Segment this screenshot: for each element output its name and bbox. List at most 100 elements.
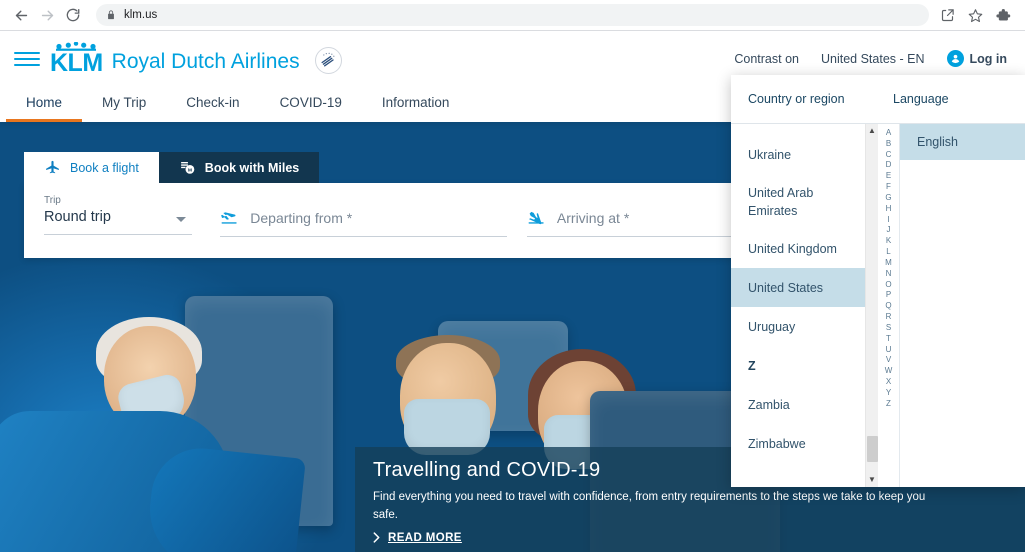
nav-label: COVID-19	[279, 95, 342, 110]
booking-form: Trip Round trip Departing from * Arrivin…	[24, 183, 794, 258]
booking-tabs: Book a flight M Book with Miles	[24, 152, 794, 183]
trip-type-select[interactable]: Trip Round trip	[44, 195, 193, 235]
list-item-english[interactable]: English	[900, 124, 1025, 160]
browser-toolbar: klm.us	[0, 0, 1025, 30]
list-item-united-states[interactable]: United States	[731, 268, 865, 308]
nav-label: Home	[26, 95, 63, 110]
country-list-scroll: Ukraine United Arab Emirates United King…	[731, 124, 865, 487]
share-icon[interactable]	[935, 3, 959, 27]
read-more-label: READ MORE	[388, 531, 462, 544]
alpha-a[interactable]: A	[886, 128, 891, 139]
country-column-header: Country or region	[748, 92, 845, 106]
tab-book-a-flight[interactable]: Book a flight	[24, 152, 159, 183]
tab-book-with-miles[interactable]: M Book with Miles	[158, 152, 320, 183]
alpha-i[interactable]: I	[887, 215, 889, 226]
list-item-united-arab-emirates[interactable]: United Arab Emirates	[731, 175, 865, 229]
klm-wordmark: KLM	[50, 48, 103, 77]
alpha-m[interactable]: M	[885, 258, 892, 269]
tab-label: Book a flight	[70, 160, 139, 175]
alpha-n[interactable]: N	[886, 269, 892, 280]
contrast-toggle[interactable]: Contrast on	[734, 52, 799, 66]
alpha-e[interactable]: E	[886, 171, 891, 182]
menu-icon[interactable]	[14, 46, 40, 72]
account-icon	[946, 50, 964, 67]
reload-icon[interactable]	[60, 2, 86, 28]
alpha-s[interactable]: S	[886, 323, 891, 334]
scrollbar-thumb[interactable]	[867, 436, 878, 462]
language-list: English	[900, 124, 1025, 487]
svg-text:M: M	[188, 167, 192, 173]
read-more-link[interactable]: READ MORE	[373, 532, 1007, 544]
nav-item-covid-19[interactable]: COVID-19	[260, 86, 362, 122]
lock-icon	[106, 9, 116, 21]
nav-label: Information	[381, 95, 450, 110]
locale-dropdown-header: Country or region Language	[731, 75, 1025, 124]
chevron-right-icon	[373, 532, 380, 543]
alpha-z[interactable]: Z	[886, 399, 891, 410]
alpha-v[interactable]: V	[886, 355, 891, 366]
language-column-header: Language	[893, 92, 949, 106]
alpha-p[interactable]: P	[886, 290, 891, 301]
forward-icon[interactable]	[34, 2, 60, 28]
alpha-h[interactable]: H	[886, 204, 892, 215]
takeoff-icon	[221, 212, 237, 224]
list-item-zimbabwe[interactable]: Zimbabwe	[731, 424, 865, 463]
alphabet-index: A B C D E F G H I J K L M N O P Q R S T …	[878, 124, 900, 487]
login-button[interactable]: Log in	[946, 50, 1008, 67]
locale-dropdown: Country or region Language Ukraine Unite…	[731, 75, 1025, 487]
address-bar[interactable]: klm.us	[96, 4, 929, 26]
departing-from-input[interactable]: Departing from *	[220, 195, 507, 237]
airplane-icon	[46, 160, 59, 174]
list-item-united-kingdom[interactable]: United Kingdom	[731, 229, 865, 268]
locale-selector[interactable]: United States - EN	[821, 52, 925, 66]
nav-label: Check-in	[186, 95, 240, 110]
list-item-uruguay[interactable]: Uruguay	[731, 307, 865, 346]
alpha-o[interactable]: O	[885, 280, 891, 291]
alpha-g[interactable]: G	[885, 193, 891, 204]
miles-coin-icon: M	[180, 161, 195, 174]
nav-item-home[interactable]: Home	[6, 86, 83, 122]
alpha-k[interactable]: K	[886, 236, 891, 247]
crown-icon	[56, 41, 96, 51]
scroll-up-arrow-icon[interactable]: ▲	[868, 124, 876, 138]
scroll-down-arrow-icon[interactable]: ▼	[868, 473, 876, 487]
alpha-y[interactable]: Y	[886, 388, 891, 399]
nav-item-information[interactable]: Information	[362, 86, 470, 122]
alpha-w[interactable]: W	[885, 366, 893, 377]
klm-logo: KLM	[50, 41, 103, 77]
tab-label: Book with Miles	[204, 160, 300, 175]
trip-label: Trip	[44, 195, 61, 206]
login-label: Log in	[969, 51, 1008, 66]
alpha-u[interactable]: U	[886, 345, 892, 356]
browser-actions	[935, 3, 1017, 27]
landing-icon	[528, 211, 544, 225]
trip-value: Round trip	[44, 209, 111, 225]
alpha-b[interactable]: B	[886, 139, 891, 150]
extensions-icon[interactable]	[991, 3, 1015, 27]
nav-label: My Trip	[102, 95, 147, 110]
list-letter-z: Z	[748, 358, 756, 373]
list-item-ukraine[interactable]: Ukraine	[731, 136, 865, 175]
bookmark-star-icon[interactable]	[963, 3, 987, 27]
country-list-scrollbar[interactable]: ▲ ▼	[865, 124, 878, 487]
alpha-f[interactable]: F	[886, 182, 891, 193]
nav-item-my-trip[interactable]: My Trip	[82, 86, 166, 122]
nav-item-check-in[interactable]: Check-in	[166, 86, 259, 122]
alpha-t[interactable]: T	[886, 334, 891, 345]
alpha-j[interactable]: J	[887, 225, 891, 236]
departing-placeholder: Departing from *	[250, 209, 353, 226]
alpha-r[interactable]: R	[886, 312, 892, 323]
brand-name: Royal Dutch Airlines	[111, 49, 300, 73]
alpha-d[interactable]: D	[886, 160, 892, 171]
alpha-l[interactable]: L	[886, 247, 890, 258]
list-item[interactable]	[731, 124, 865, 136]
country-list: Ukraine United Arab Emirates United King…	[731, 124, 865, 463]
alpha-x[interactable]: X	[886, 377, 891, 388]
brand-logo[interactable]: KLM Royal Dutch Airlines	[50, 41, 342, 77]
arriving-placeholder: Arriving at *	[556, 209, 630, 226]
url-text: klm.us	[124, 9, 158, 21]
list-item-zambia[interactable]: Zambia	[731, 385, 865, 424]
alpha-c[interactable]: C	[886, 150, 892, 161]
back-icon[interactable]	[8, 2, 34, 28]
alpha-q[interactable]: Q	[885, 301, 891, 312]
